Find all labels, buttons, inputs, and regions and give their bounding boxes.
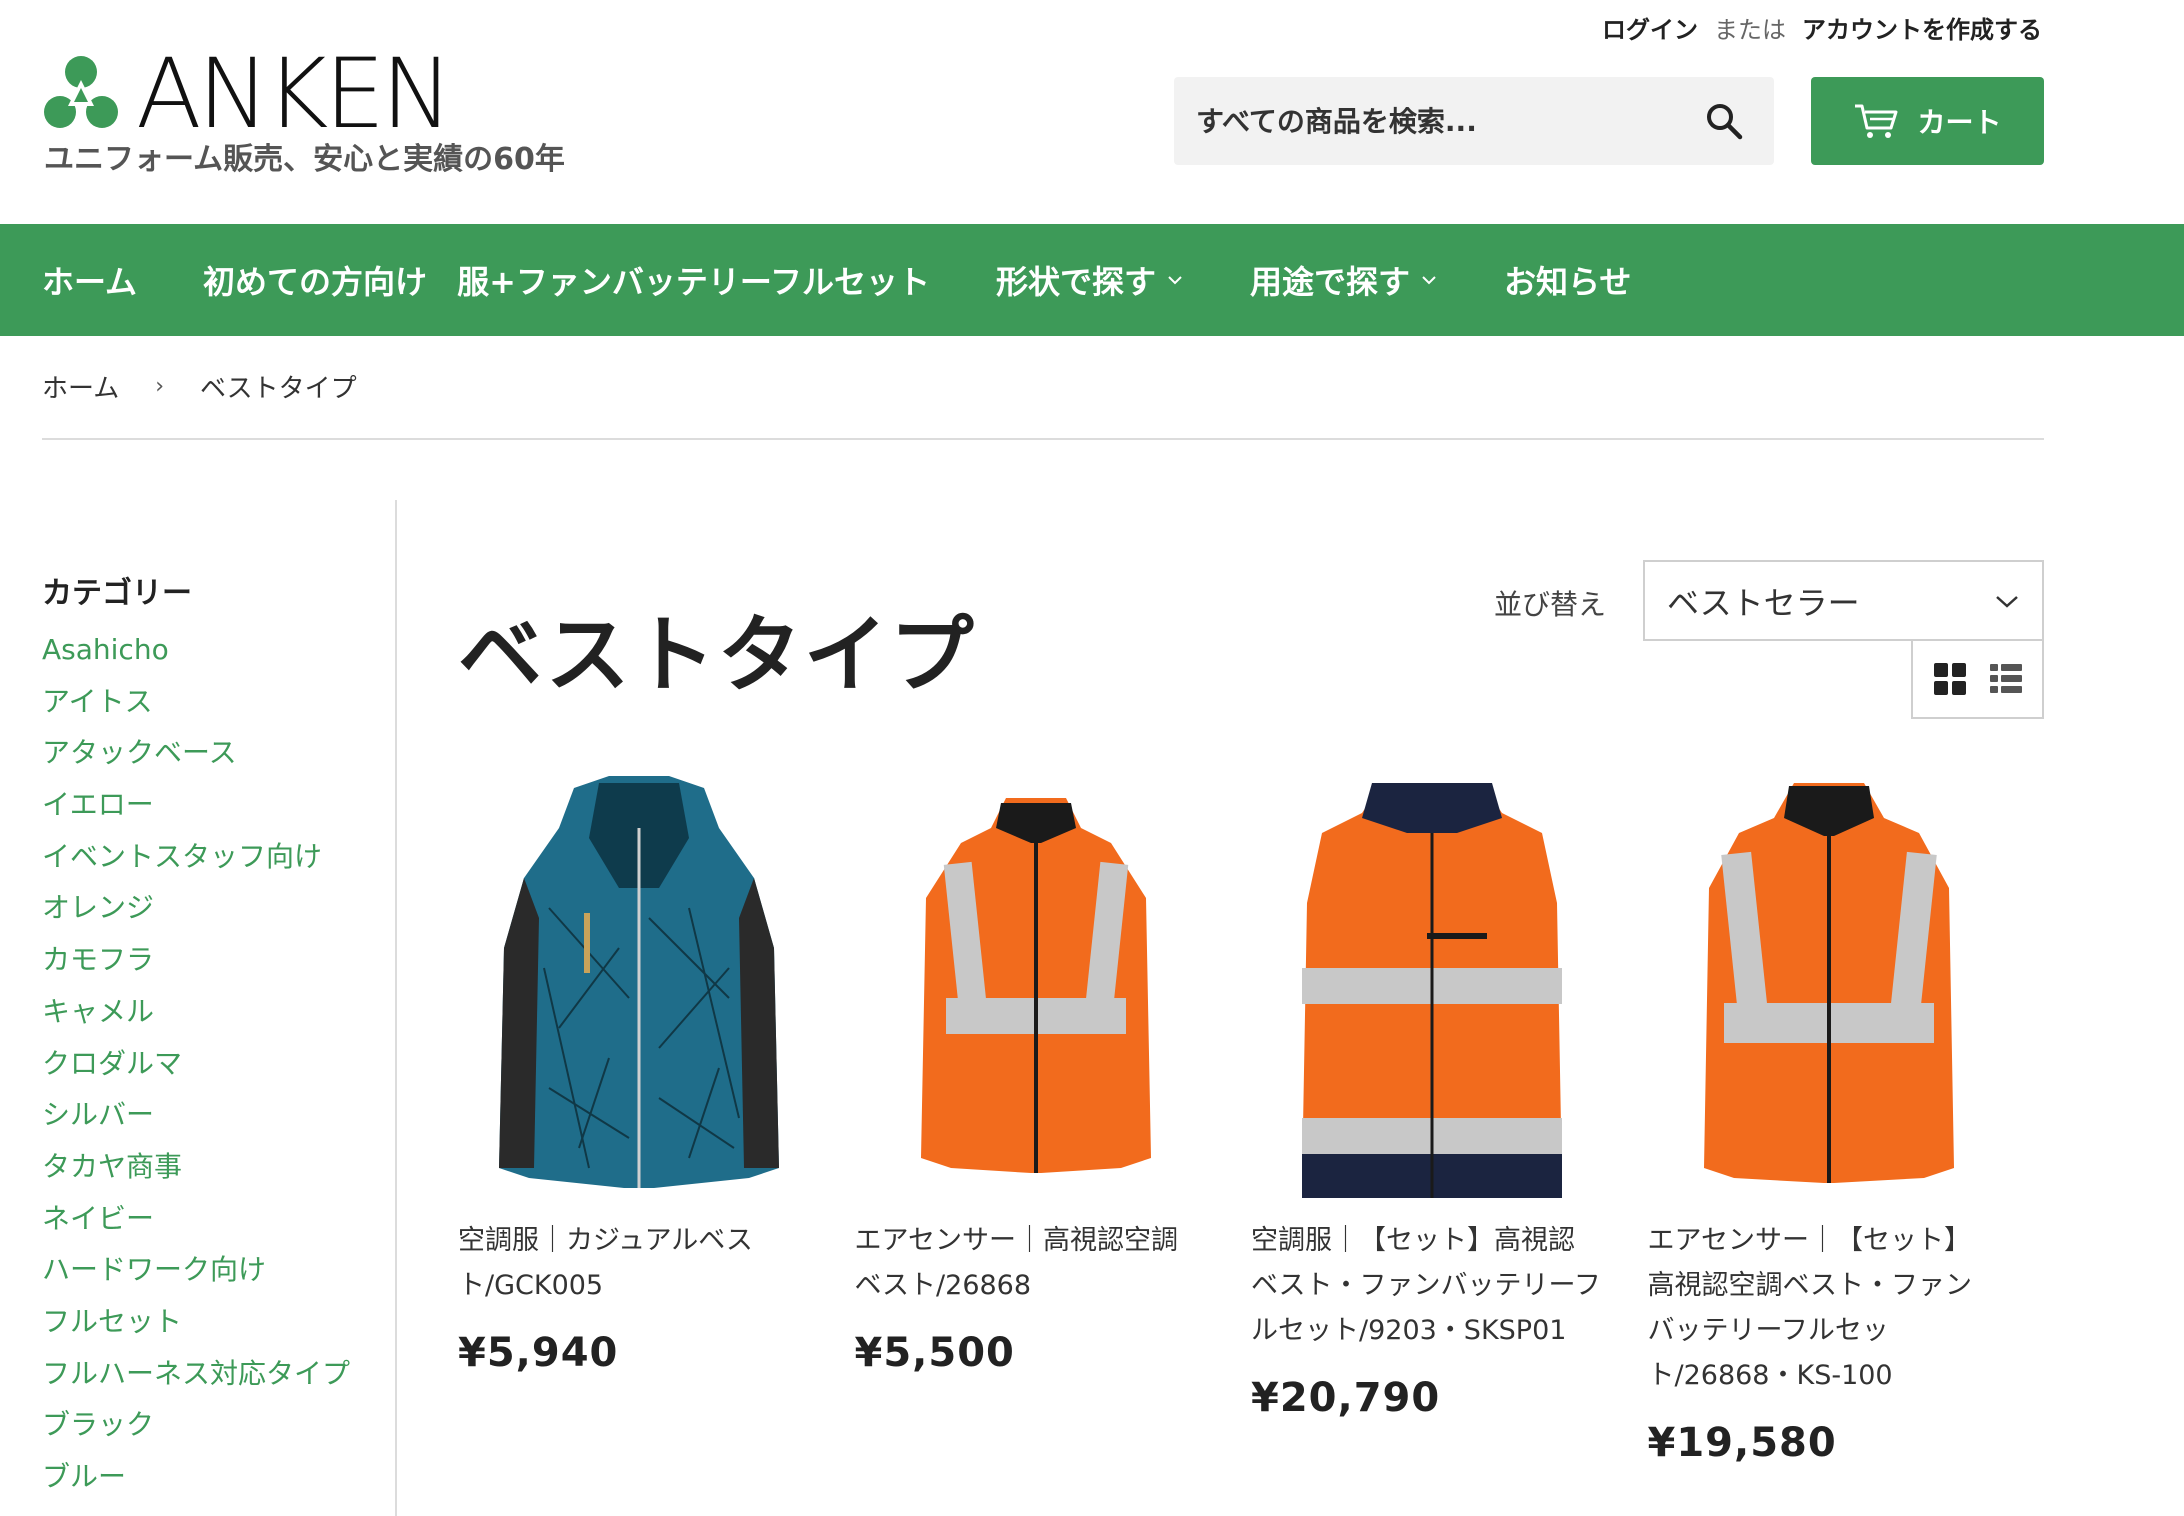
product-image[interactable] bbox=[1251, 758, 1613, 1218]
category-link[interactable]: ブラック bbox=[42, 1399, 382, 1451]
or-text: または bbox=[1714, 16, 1786, 44]
product-title[interactable]: 空調服｜カジュアルベスト/GCK005 bbox=[458, 1218, 808, 1308]
cart-label: カート bbox=[1917, 106, 2002, 139]
login-link[interactable]: ログイン bbox=[1602, 10, 1698, 45]
product-card[interactable]: エアセンサー｜高視認空調ベスト/26868 ¥5,500 bbox=[855, 758, 1252, 1466]
breadcrumb-divider bbox=[42, 438, 2044, 440]
sort-select[interactable]: ベストセラー bbox=[1643, 560, 2044, 641]
nav-label: 形状で探す bbox=[995, 263, 1156, 301]
product-price: ¥5,500 bbox=[854, 1330, 1015, 1376]
chevron-down-icon bbox=[1996, 595, 2018, 608]
category-link[interactable]: アタックベース bbox=[42, 727, 382, 779]
search-input[interactable] bbox=[1174, 77, 1684, 165]
search-bar bbox=[1174, 77, 1774, 165]
account-links: ログイン または アカウントを作成する bbox=[1602, 10, 2042, 45]
sort-label: 並び替え bbox=[1494, 588, 1607, 621]
view-toggle bbox=[1911, 641, 2044, 719]
product-title[interactable]: エアセンサー｜【セット】高視認空調ベスト・ファンバッテリーフルセット/26868… bbox=[1648, 1218, 1998, 1398]
product-price: ¥5,940 bbox=[458, 1330, 619, 1376]
orange-reflective-vest-set-image bbox=[1703, 783, 1954, 1183]
site-header: ログイン または アカウントを作成する ANKEN ユニフォーム販売、安心と実績… bbox=[0, 0, 2184, 224]
breadcrumb-current: ベストタイプ bbox=[200, 374, 357, 404]
category-link[interactable]: ブルー bbox=[42, 1451, 382, 1503]
create-account-link[interactable]: アカウントを作成する bbox=[1802, 10, 2042, 45]
category-link[interactable]: フルハーネス対応タイプ bbox=[42, 1348, 382, 1400]
category-link[interactable]: クロダルマ bbox=[42, 1038, 382, 1090]
grid-icon[interactable] bbox=[1933, 662, 1967, 696]
orange-navy-collar-vest-image bbox=[1302, 783, 1562, 1198]
product-title[interactable]: エアセンサー｜高視認空調ベスト/26868 bbox=[855, 1218, 1205, 1308]
nav-label: 服+ファンバッテリーフルセット bbox=[457, 263, 930, 301]
orange-reflective-vest-image bbox=[920, 798, 1151, 1173]
cart-icon bbox=[1855, 104, 1898, 138]
nav-item-shape[interactable]: 形状で探す bbox=[996, 257, 1184, 303]
nav-label: 初めての方向け bbox=[203, 263, 428, 301]
category-sidebar: カテゴリー Asahicho アイトス アタックベース イエロー イベントスタッ… bbox=[42, 568, 382, 1503]
category-link[interactable]: アイトス bbox=[42, 676, 382, 728]
category-link[interactable]: タカヤ商事 bbox=[42, 1141, 382, 1193]
category-link[interactable]: キャメル bbox=[42, 986, 382, 1038]
product-grid: 空調服｜カジュアルベスト/GCK005 ¥5,940 エアセンサー｜高視認空調ベ… bbox=[458, 758, 2044, 1466]
nav-item-news[interactable]: お知らせ bbox=[1504, 257, 1631, 303]
logo-text: ANKEN bbox=[136, 38, 453, 150]
product-image[interactable] bbox=[1648, 758, 2010, 1218]
sidebar-heading: カテゴリー bbox=[42, 576, 192, 611]
nav-item-home[interactable]: ホーム bbox=[42, 257, 137, 303]
breadcrumb: ホーム › ベストタイプ bbox=[42, 368, 357, 405]
nav-label: ホーム bbox=[42, 263, 138, 301]
site-logo[interactable]: ANKEN bbox=[42, 38, 453, 150]
breadcrumb-separator: › bbox=[155, 374, 165, 399]
category-link[interactable]: ネイビー bbox=[42, 1193, 382, 1245]
category-link[interactable]: シルバー bbox=[42, 1089, 382, 1141]
category-list: Asahicho アイトス アタックベース イエロー イベントスタッフ向け オレ… bbox=[42, 624, 382, 1503]
category-link[interactable]: Asahicho bbox=[42, 624, 382, 676]
breadcrumb-home[interactable]: ホーム bbox=[42, 368, 119, 405]
nav-label: 用途で探す bbox=[1249, 263, 1410, 301]
chevron-down-icon bbox=[1168, 276, 1182, 285]
search-icon bbox=[1707, 104, 1743, 140]
blue-patterned-vest-image bbox=[499, 776, 779, 1188]
cart-button[interactable]: カート bbox=[1811, 77, 2044, 165]
search-button[interactable] bbox=[1684, 77, 1764, 165]
product-card[interactable]: 空調服｜【セット】高視認ベスト・ファンバッテリーフルセット/9203・SKSP0… bbox=[1251, 758, 1648, 1466]
category-link[interactable]: フルセット bbox=[42, 1296, 382, 1348]
page-title: ベストタイプ bbox=[458, 606, 976, 704]
category-link[interactable]: オレンジ bbox=[42, 882, 382, 934]
nav-item-beginners[interactable]: 初めての方向け bbox=[203, 257, 427, 303]
chevron-down-icon bbox=[1422, 276, 1436, 285]
category-link[interactable]: イベントスタッフ向け bbox=[42, 831, 382, 883]
sidebar-divider bbox=[395, 500, 397, 1516]
list-icon[interactable] bbox=[1989, 662, 2023, 696]
product-price: ¥19,580 bbox=[1647, 1420, 1837, 1466]
tagline: ユニフォーム販売、安心と実績の60年 bbox=[44, 142, 565, 177]
logo-mark-icon bbox=[44, 56, 118, 128]
product-image[interactable] bbox=[855, 758, 1217, 1218]
nav-item-purpose[interactable]: 用途で探す bbox=[1250, 257, 1438, 303]
category-link[interactable]: イエロー bbox=[42, 779, 382, 831]
product-card[interactable]: 空調服｜カジュアルベスト/GCK005 ¥5,940 bbox=[458, 758, 855, 1466]
nav-label: お知らせ bbox=[1504, 263, 1632, 301]
nav-item-full-set[interactable]: 服+ファンバッテリーフルセット bbox=[457, 257, 930, 303]
category-link[interactable]: ハードワーク向け bbox=[42, 1244, 382, 1296]
category-link[interactable]: カモフラ bbox=[42, 934, 382, 986]
sort-selected-value: ベストセラー bbox=[1667, 583, 1860, 622]
main-nav: ホーム 初めての方向け 服+ファンバッテリーフルセット 形状で探す 用途で探す … bbox=[0, 224, 2184, 336]
product-image[interactable] bbox=[458, 758, 820, 1218]
product-card[interactable]: エアセンサー｜【セット】高視認空調ベスト・ファンバッテリーフルセット/26868… bbox=[1648, 758, 2045, 1466]
product-price: ¥20,790 bbox=[1251, 1375, 1441, 1421]
product-title[interactable]: 空調服｜【セット】高視認ベスト・ファンバッテリーフルセット/9203・SKSP0… bbox=[1251, 1218, 1601, 1353]
